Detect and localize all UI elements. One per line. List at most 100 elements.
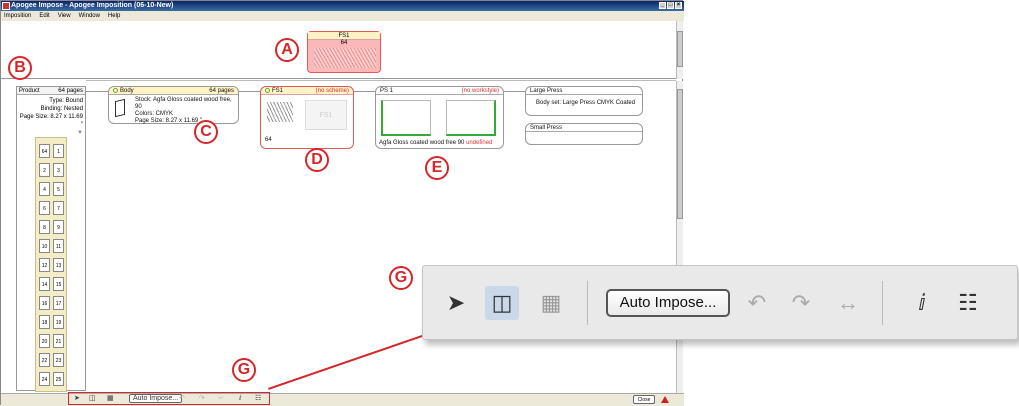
fs1-thumb-label: FS1 bbox=[308, 32, 380, 40]
close-icon[interactable]: × bbox=[675, 2, 682, 9]
page-cell[interactable]: 4 bbox=[39, 182, 50, 196]
page-cell[interactable]: 20 bbox=[39, 334, 50, 348]
redo-icon[interactable]: ↷ bbox=[199, 394, 205, 402]
toolbar-zoom-view: ➤ ◫ ▦ Auto Impose... ↶ ↷ ↔ ⅈ ☷ bbox=[422, 265, 1018, 340]
grid-icon[interactable]: ▦ bbox=[534, 286, 568, 320]
menu-view[interactable]: View bbox=[58, 11, 71, 21]
page-cell[interactable]: 9 bbox=[53, 220, 64, 234]
page-cell[interactable]: 11 bbox=[53, 239, 64, 253]
body-card[interactable]: Body 64 pages Stock: Agfa Gloss coated w… bbox=[108, 86, 239, 124]
info-icon[interactable]: ⅈ bbox=[239, 394, 241, 402]
page-cell[interactable]: 18 bbox=[39, 315, 50, 329]
ps1-stock: Agfa Gloss coated wood free bbox=[379, 140, 457, 146]
ps1-weight: 90 bbox=[457, 140, 465, 146]
page-cell[interactable]: 7 bbox=[53, 201, 64, 215]
page-list[interactable]: 64 1 2 3 4 5 6 7 8 9 10 11 12 13 14 15 16 17 18 19 20 21 22 23 2… bbox=[35, 137, 67, 392]
move-icon[interactable]: ↔ bbox=[831, 286, 865, 320]
large-press-label: Large Press bbox=[530, 88, 563, 94]
redo-icon[interactable]: ↷ bbox=[784, 286, 818, 320]
close-button[interactable]: Close bbox=[633, 395, 655, 404]
main-scrollbar[interactable] bbox=[676, 81, 683, 393]
product-page-size: Page Size: 8.27 x 11.69 " bbox=[19, 114, 83, 128]
page-cell[interactable]: 5 bbox=[53, 182, 64, 196]
menu-help[interactable]: Help bbox=[108, 11, 120, 21]
info-icon[interactable]: ⅈ bbox=[905, 286, 939, 320]
signature-pattern bbox=[314, 48, 376, 68]
page-cell[interactable]: 6 bbox=[39, 201, 50, 215]
callout-e: E bbox=[425, 156, 449, 180]
small-press-card[interactable]: Small Press bbox=[525, 123, 643, 145]
auto-impose-button[interactable]: Auto Impose... bbox=[606, 289, 730, 317]
page-cell[interactable]: 17 bbox=[53, 296, 64, 310]
pointer-icon[interactable]: ➤ bbox=[439, 286, 473, 320]
large-press-body: Body set: bbox=[536, 100, 562, 106]
large-press-card[interactable]: Large Press Body set: Large Press CMYK C… bbox=[525, 86, 643, 116]
page-cell[interactable]: 64 bbox=[39, 144, 50, 158]
page-cell[interactable]: 16 bbox=[39, 296, 50, 310]
page-cell[interactable]: 14 bbox=[39, 277, 50, 291]
page-cell[interactable]: 2 bbox=[39, 163, 50, 177]
properties-icon[interactable]: ☷ bbox=[255, 394, 261, 402]
page-cell[interactable]: 8 bbox=[39, 220, 50, 234]
maximize-icon[interactable]: □ bbox=[667, 2, 674, 9]
main-scrollbar-thumb[interactable] bbox=[677, 89, 683, 219]
page-cell[interactable]: 21 bbox=[53, 334, 64, 348]
top-scrollbar[interactable] bbox=[676, 21, 683, 79]
product-binding: Binding: Nested bbox=[40, 106, 83, 112]
expand-triangle-icon[interactable]: ▼ bbox=[19, 129, 83, 137]
fs1-card-label: FS1 bbox=[272, 88, 284, 94]
menu-edit[interactable]: Edit bbox=[39, 11, 49, 21]
page-cell[interactable]: 25 bbox=[53, 372, 64, 386]
callout-a: A bbox=[275, 38, 299, 62]
signature-pattern bbox=[267, 102, 293, 122]
auto-impose-button-small[interactable]: Auto Impose... bbox=[129, 394, 183, 403]
ps1-label: PS 1 bbox=[380, 88, 394, 94]
title-bar: Apogee Impose - Apogee Imposition (06-10… bbox=[1, 1, 684, 11]
fs1-ghost: FS1 bbox=[305, 100, 347, 130]
product-panel[interactable]: Product 64 pages Type: Bound Binding: Ne… bbox=[16, 86, 86, 392]
undo-icon[interactable]: ↶ bbox=[740, 286, 774, 320]
callout-g-bottom: G bbox=[232, 358, 256, 382]
page-cell[interactable]: 10 bbox=[39, 239, 50, 253]
connector bbox=[354, 91, 375, 92]
large-press-value: Large Press CMYK Coated bbox=[562, 100, 636, 106]
menu-imposition[interactable]: Imposition bbox=[4, 11, 31, 21]
product-pages: 64 pages bbox=[58, 88, 83, 94]
grid-icon[interactable]: ▦ bbox=[107, 394, 114, 402]
bottom-toolbar: ➤ ◫ ▦ Auto Impose... ↶ ↷ ↔ ⅈ ☷ bbox=[68, 392, 270, 405]
connector bbox=[504, 91, 525, 92]
page-cell[interactable]: 19 bbox=[53, 315, 64, 329]
undo-icon[interactable]: ↶ bbox=[179, 394, 185, 402]
page-cell[interactable]: 22 bbox=[39, 353, 50, 367]
connector bbox=[239, 91, 260, 92]
fs1-card-status: (no scheme) bbox=[315, 88, 349, 94]
callout-d: D bbox=[305, 148, 329, 172]
book-view-icon[interactable]: ◫ bbox=[485, 286, 519, 320]
page-cell[interactable]: 3 bbox=[53, 163, 64, 177]
move-icon[interactable]: ↔ bbox=[217, 394, 224, 401]
menu-window[interactable]: Window bbox=[79, 11, 100, 21]
window-title: Apogee Impose - Apogee Imposition (06-10… bbox=[11, 2, 174, 9]
pointer-icon[interactable]: ➤ bbox=[74, 394, 80, 402]
page-cell[interactable]: 24 bbox=[39, 372, 50, 386]
app-icon bbox=[2, 2, 10, 10]
top-scrollbar-thumb[interactable] bbox=[677, 31, 683, 67]
ps1-card[interactable]: PS 1 (no workstyle) Agfa Gloss coated wo… bbox=[375, 86, 504, 149]
separator bbox=[882, 281, 883, 325]
properties-icon[interactable]: ☷ bbox=[951, 286, 985, 320]
page-cell[interactable]: 15 bbox=[53, 277, 64, 291]
page-cell[interactable]: 13 bbox=[53, 258, 64, 272]
fs1-thumb-count: 64 bbox=[340, 40, 348, 46]
page-cell[interactable]: 1 bbox=[53, 144, 64, 158]
fs1-card[interactable]: FS1 (no scheme) FS1 64 bbox=[260, 86, 354, 149]
book-view-icon[interactable]: ◫ bbox=[89, 394, 96, 402]
body-label: Body bbox=[120, 88, 134, 94]
fs1-sheet-thumbnail[interactable]: FS1 64 bbox=[307, 31, 381, 73]
page-cell[interactable]: 12 bbox=[39, 258, 50, 272]
app-window: Apogee Impose - Apogee Imposition (06-10… bbox=[0, 0, 684, 406]
page-cell[interactable]: 23 bbox=[53, 353, 64, 367]
warning-icon[interactable] bbox=[661, 396, 669, 403]
minimize-icon[interactable]: _ bbox=[659, 2, 666, 9]
body-stock: Stock: Agfa Gloss coated wood free, 90 bbox=[135, 97, 232, 110]
small-press-label: Small Press bbox=[530, 125, 563, 131]
